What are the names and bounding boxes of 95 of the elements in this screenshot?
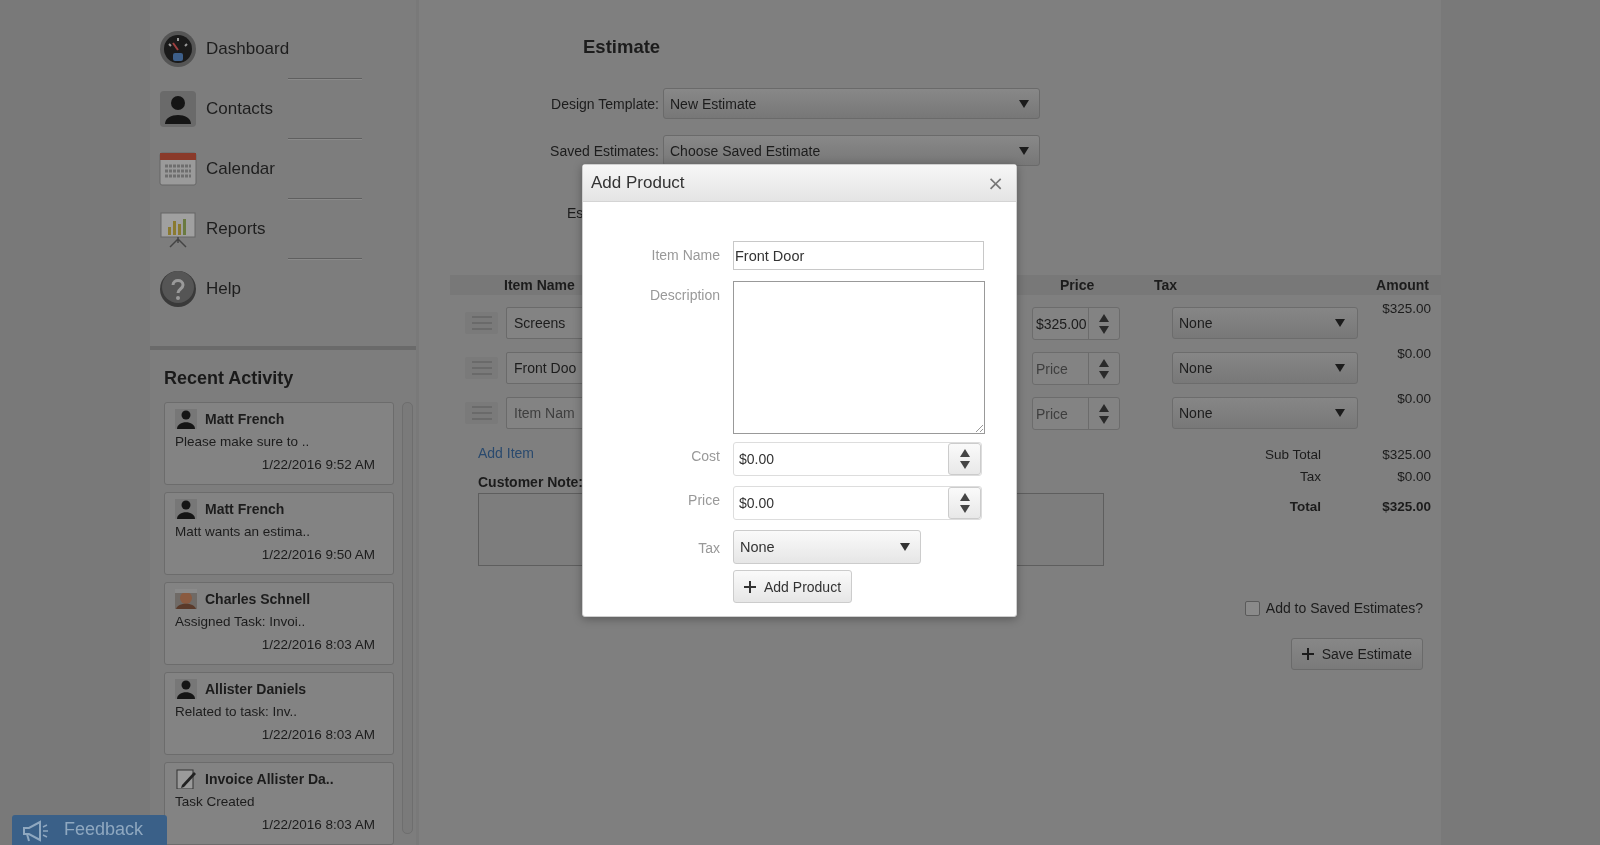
up-down-arrows-icon bbox=[959, 492, 970, 514]
contact-name: Matt French bbox=[205, 501, 285, 517]
save-estimate-button[interactable]: Save Estimate bbox=[1290, 638, 1423, 670]
activity-card[interactable]: Charles Schnell Assigned Task: Invoi.. 1/22/2016 8:03 AM bbox=[164, 582, 394, 665]
up-down-arrows-icon bbox=[959, 448, 970, 470]
checkbox-label: Add to Saved Estimates? bbox=[1265, 600, 1423, 616]
table-cell: $0.00 bbox=[1397, 346, 1431, 361]
timestamp: 1/22/2016 8:03 AM bbox=[260, 817, 376, 832]
stepper-button[interactable] bbox=[948, 443, 981, 475]
nav-item[interactable]: Help bbox=[159, 266, 416, 312]
contact-name: Invoice Allister Da.. bbox=[205, 771, 334, 787]
activity-text: Assigned Task: Invoi.. bbox=[175, 614, 307, 629]
section-title: Recent Activity bbox=[164, 368, 295, 389]
activity-text: Related to task: Inv.. bbox=[175, 704, 299, 719]
gauge-icon bbox=[159, 30, 197, 68]
contact-name: Charles Schnell bbox=[205, 591, 311, 607]
activity-card[interactable]: Matt French Matt wants an estima.. 1/22/2016 9:50 AM bbox=[164, 492, 394, 575]
field-label: Saved Estimates: bbox=[549, 142, 660, 159]
total-value: $325.00 bbox=[1382, 499, 1431, 516]
contact-name: Allister Daniels bbox=[205, 681, 307, 697]
field-label: Price bbox=[687, 491, 721, 508]
column-header: Item Name bbox=[504, 277, 575, 293]
chart-easel-icon bbox=[159, 210, 197, 248]
table-cell: $0.00 bbox=[1397, 391, 1431, 406]
tax-dropdown[interactable]: None bbox=[733, 530, 921, 564]
total-label: Total bbox=[1288, 499, 1321, 516]
number-field[interactable]: $0.00 bbox=[733, 442, 982, 476]
field-label: Tax bbox=[697, 539, 721, 556]
up-down-arrows-icon bbox=[1099, 312, 1109, 335]
field-label: Cost bbox=[690, 447, 721, 464]
page-title: Estimate bbox=[583, 36, 662, 59]
nav-item[interactable]: Calendar bbox=[159, 146, 416, 192]
resize-grip-icon bbox=[975, 424, 983, 432]
person-icon bbox=[175, 499, 197, 519]
field-label: Design Template: bbox=[550, 95, 660, 112]
tax-dropdown[interactable]: None bbox=[1172, 397, 1358, 429]
caret-icon bbox=[900, 543, 910, 551]
person-icon bbox=[175, 679, 197, 699]
up-down-arrows-icon bbox=[1099, 357, 1109, 380]
field-label: Item Name bbox=[650, 246, 721, 263]
caret-icon bbox=[1019, 146, 1029, 155]
nav-item[interactable]: Contacts bbox=[159, 86, 416, 132]
column-header: Price bbox=[1060, 277, 1095, 293]
item-name-field[interactable]: Front Door bbox=[733, 241, 984, 270]
total-label: Sub Total bbox=[1263, 447, 1321, 464]
plus-icon bbox=[744, 580, 756, 593]
column-header: Tax bbox=[1154, 277, 1178, 293]
total-label: Tax bbox=[1299, 469, 1321, 486]
up-down-arrows-icon bbox=[1099, 402, 1109, 425]
close-button[interactable]: × bbox=[983, 171, 1008, 195]
column-header: Amount bbox=[1376, 277, 1429, 293]
price-field[interactable]: Price bbox=[1032, 352, 1120, 385]
help-icon bbox=[159, 270, 197, 308]
activity-card[interactable]: Allister Daniels Related to task: Inv.. 1/22/2016 8:03 AM bbox=[164, 672, 394, 755]
caret-icon bbox=[1335, 319, 1345, 327]
timestamp: 1/22/2016 8:03 AM bbox=[260, 727, 376, 742]
activity-card[interactable]: Invoice Allister Da.. Task Created 1/22/2016 8:03 AM bbox=[164, 762, 394, 845]
caret-icon bbox=[1335, 364, 1345, 372]
dialog-title: Add Product bbox=[591, 173, 685, 193]
dropdown[interactable]: Choose Saved Estimate bbox=[663, 135, 1040, 166]
number-field[interactable]: $0.00 bbox=[733, 486, 982, 520]
tax-dropdown[interactable]: None bbox=[1172, 352, 1358, 384]
total-value: $325.00 bbox=[1382, 447, 1431, 464]
person-icon bbox=[175, 409, 197, 429]
caret-icon bbox=[1019, 99, 1029, 108]
tax-dropdown[interactable]: None bbox=[1172, 307, 1358, 339]
activity-text: Task Created bbox=[175, 794, 256, 809]
activity-card[interactable]: Matt French Please make sure to .. 1/22/2016 9:52 AM bbox=[164, 402, 394, 485]
total-value: $0.00 bbox=[1397, 469, 1431, 486]
timestamp: 1/22/2016 8:03 AM bbox=[260, 637, 376, 652]
checkbox[interactable] bbox=[1244, 600, 1260, 616]
field-label: Description bbox=[648, 286, 721, 303]
timestamp: 1/22/2016 9:50 AM bbox=[260, 547, 376, 562]
timestamp: 1/22/2016 9:52 AM bbox=[260, 457, 376, 472]
person-icon bbox=[159, 90, 197, 128]
nav-item[interactable]: Dashboard bbox=[159, 26, 416, 72]
field-label: Customer Note: bbox=[478, 474, 584, 490]
field-label: Es bbox=[567, 205, 584, 221]
table-cell: $325.00 bbox=[1382, 301, 1431, 316]
add-product-button[interactable]: Add Product bbox=[733, 570, 853, 603]
stepper-button[interactable] bbox=[948, 487, 981, 519]
dropdown[interactable]: New Estimate bbox=[663, 88, 1040, 119]
megaphone-icon bbox=[20, 819, 50, 843]
nav-item[interactable]: Reports bbox=[159, 206, 416, 252]
calendar-icon bbox=[159, 150, 197, 188]
description-field[interactable] bbox=[733, 281, 985, 434]
activity-text: Please make sure to .. bbox=[175, 434, 311, 449]
caret-icon bbox=[1335, 409, 1345, 417]
contact-name: Matt French bbox=[205, 411, 285, 427]
plus-icon bbox=[1301, 648, 1314, 660]
price-field[interactable]: $325.00 bbox=[1032, 307, 1120, 340]
pencil-document-icon bbox=[175, 769, 197, 789]
feedback-tab[interactable]: Feedback bbox=[12, 815, 167, 845]
activity-text: Matt wants an estima.. bbox=[175, 524, 312, 539]
price-field[interactable]: Price bbox=[1032, 397, 1120, 430]
